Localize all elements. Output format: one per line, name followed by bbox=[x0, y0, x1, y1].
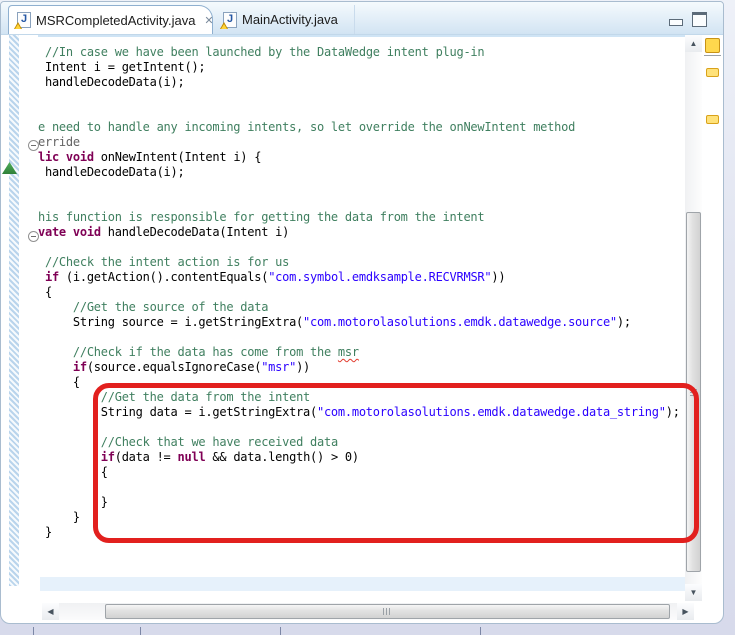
code-line: String data = i.getStringExtra("com.moto… bbox=[38, 405, 685, 420]
code-line: String source = i.getStringExtra("com.mo… bbox=[38, 315, 685, 330]
code-line: //Check if the data has come from the ms… bbox=[38, 345, 685, 360]
code-line: vate void handleDecodeData(Intent i) bbox=[38, 225, 685, 240]
overview-ruler-separator bbox=[704, 55, 721, 56]
bottom-panel-edge-tick bbox=[280, 627, 281, 635]
thumb-grip bbox=[690, 389, 697, 397]
scroll-down-icon: ▼ bbox=[690, 588, 698, 597]
warning-marker[interactable] bbox=[706, 68, 719, 77]
tab-label: MSRCompletedActivity.java bbox=[36, 13, 195, 28]
java-file-icon: J bbox=[223, 12, 237, 28]
thumb-grip bbox=[383, 608, 392, 615]
warning-overlay-icon bbox=[14, 22, 22, 29]
code-line bbox=[38, 90, 685, 105]
code-line: e need to handle any incoming intents, s… bbox=[38, 120, 685, 135]
code-line: handleDecodeData(i); bbox=[38, 165, 685, 180]
tab-msrcompletedactivity-java[interactable]: J MSRCompletedActivity.java ✕ bbox=[8, 5, 213, 34]
code-line: Intent i = getIntent(); bbox=[38, 60, 685, 75]
code-line: } bbox=[38, 525, 685, 540]
quick-diff-ruler[interactable] bbox=[9, 35, 19, 586]
scroll-right-icon: ▶ bbox=[682, 607, 688, 616]
minimize-button[interactable] bbox=[669, 19, 683, 26]
code-line: { bbox=[38, 375, 685, 390]
maximize-button[interactable] bbox=[692, 12, 707, 27]
header-keyline bbox=[38, 35, 685, 37]
bottom-panel-edge-tick bbox=[480, 627, 481, 635]
overview-annotations-button[interactable] bbox=[705, 38, 720, 53]
tab-label: MainActivity.java bbox=[242, 12, 338, 27]
eclipse-editor-window: J MSRCompletedActivity.java ✕ J MainActi… bbox=[0, 0, 735, 635]
code-line: erride bbox=[38, 135, 685, 150]
code-line: lic void onNewIntent(Intent i) { bbox=[38, 150, 685, 165]
code-line: if(data != null && data.length() > 0) bbox=[38, 450, 685, 465]
code-line: //In case we have been launched by the D… bbox=[38, 45, 685, 60]
code-line: //Get the data from the intent bbox=[38, 390, 685, 405]
close-tab-icon[interactable]: ✕ bbox=[204, 14, 213, 27]
code-line bbox=[38, 480, 685, 495]
code-line bbox=[38, 420, 685, 435]
scroll-up-icon: ▲ bbox=[690, 39, 698, 48]
warning-marker[interactable] bbox=[706, 115, 719, 124]
code-line: //Check the intent action is for us bbox=[38, 255, 685, 270]
code-line: { bbox=[38, 285, 685, 300]
code-line: if (i.getAction().contentEquals("com.sym… bbox=[38, 270, 685, 285]
bottom-panel-edge-tick bbox=[33, 627, 34, 635]
code-line: } bbox=[38, 510, 685, 525]
code-line bbox=[38, 330, 685, 345]
bottom-panel-edge-tick bbox=[140, 627, 141, 635]
code-line: { bbox=[38, 465, 685, 480]
warning-overlay-icon bbox=[220, 22, 228, 29]
code-line: his function is responsible for getting … bbox=[38, 210, 685, 225]
code-line bbox=[38, 240, 685, 255]
code-line bbox=[38, 180, 685, 195]
scroll-right-button[interactable]: ▶ bbox=[677, 603, 694, 620]
scroll-left-icon: ◀ bbox=[47, 607, 53, 616]
tab-mainactivity-java[interactable]: J MainActivity.java bbox=[215, 5, 355, 34]
code-line bbox=[38, 195, 685, 210]
view-controls bbox=[669, 12, 707, 27]
code-line: //Check that we have received data bbox=[38, 435, 685, 450]
code-editor[interactable]: //In case we have been launched by the D… bbox=[38, 45, 685, 585]
scroll-up-button[interactable]: ▲ bbox=[685, 35, 702, 52]
scroll-left-button[interactable]: ◀ bbox=[42, 603, 59, 620]
java-file-icon: J bbox=[17, 12, 31, 28]
code-line: handleDecodeData(i); bbox=[38, 75, 685, 90]
code-line: if(source.equalsIgnoreCase("msr")) bbox=[38, 360, 685, 375]
code-line: } bbox=[38, 495, 685, 510]
code-line bbox=[38, 105, 685, 120]
editor-tab-bar: J MSRCompletedActivity.java ✕ J MainActi… bbox=[1, 2, 723, 35]
code-line: //Get the source of the data bbox=[38, 300, 685, 315]
scroll-down-button[interactable]: ▼ bbox=[685, 584, 702, 601]
